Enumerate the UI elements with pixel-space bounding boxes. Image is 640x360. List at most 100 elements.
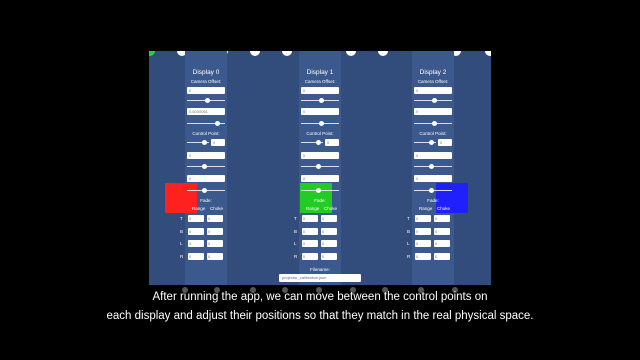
fade-choke-field[interactable]: 0: [434, 253, 450, 260]
offset-x-field[interactable]: 0: [301, 87, 339, 94]
cp-x-field[interactable]: 0: [187, 152, 225, 159]
fade-range-field[interactable]: 0: [188, 240, 204, 247]
cp-x-slider[interactable]: [301, 164, 339, 169]
fade-choke-field[interactable]: 0: [321, 240, 337, 247]
range-label: Range: [419, 206, 433, 211]
slider-knob[interactable]: [202, 164, 207, 169]
choke-label: Choke: [210, 206, 224, 211]
cp-x-slider[interactable]: [414, 164, 452, 169]
control-point-marker[interactable]: [250, 51, 260, 56]
offset-y-slider[interactable]: [187, 121, 225, 126]
fade-choke-field[interactable]: 0: [434, 215, 450, 222]
fade-choke-field[interactable]: 0: [207, 253, 223, 260]
slider-knob[interactable]: [316, 140, 321, 145]
subtitle-line-1: After running the app, we can move betwe…: [152, 291, 488, 303]
control-point-marker[interactable]: [149, 51, 155, 56]
fade-choke-field[interactable]: 0: [207, 215, 223, 222]
fade-choke-field[interactable]: 0: [434, 240, 450, 247]
fade-range-field[interactable]: 0: [188, 215, 204, 222]
offset-x-field[interactable]: 0: [187, 87, 225, 94]
slider-knob[interactable]: [432, 121, 437, 126]
fade-range-field[interactable]: 0: [415, 215, 431, 222]
fade-row-top: T 0 0: [407, 215, 459, 223]
fade-row-bottom: B 0 0: [294, 228, 346, 236]
fade-label: Fade:: [427, 198, 439, 203]
slider-knob[interactable]: [429, 188, 434, 193]
offset-y-field[interactable]: 0.6000061: [187, 108, 225, 115]
offset-x-slider[interactable]: [414, 98, 452, 103]
fade-row-bottom: B 0 0: [180, 228, 232, 236]
fade-range-field[interactable]: 0: [302, 240, 318, 247]
control-point-slider[interactable]: [414, 140, 436, 145]
fade-row-right: R 0 0: [407, 253, 459, 261]
camera-offset-label: Camera Offset:: [190, 79, 222, 84]
camera-offset-label: Camera Offset:: [417, 79, 449, 84]
slider-knob[interactable]: [215, 121, 220, 126]
cp-x-field[interactable]: 0: [414, 152, 452, 159]
fade-choke-field[interactable]: 0: [434, 228, 450, 235]
offset-x-field[interactable]: 0: [414, 87, 452, 94]
fade-choke-field[interactable]: 0: [321, 215, 337, 222]
control-point-marker[interactable]: [378, 51, 388, 56]
slider-knob[interactable]: [429, 140, 434, 145]
offset-x-slider[interactable]: [187, 98, 225, 103]
display-title: Display 2: [419, 69, 447, 76]
control-point-label: Control Point:: [192, 131, 220, 136]
fade-range-field[interactable]: 0: [302, 215, 318, 222]
display-title: Display 1: [306, 69, 334, 76]
slider-knob[interactable]: [202, 140, 207, 145]
subtitle-line-2: each display and adjust their positions …: [106, 310, 534, 322]
control-point-marker[interactable]: [485, 51, 491, 56]
fade-label: Fade:: [200, 198, 212, 203]
fade-range-field[interactable]: 0: [188, 253, 204, 260]
control-point-slider[interactable]: [301, 140, 323, 145]
fade-choke-field[interactable]: 0: [207, 240, 223, 247]
cp-y-slider[interactable]: [187, 188, 225, 193]
fade-range-field[interactable]: 0: [188, 228, 204, 235]
display-title: Display 0: [192, 69, 220, 76]
slider-knob[interactable]: [432, 98, 437, 103]
control-point-label: Control Point:: [306, 131, 334, 136]
fade-choke-field[interactable]: 0: [207, 228, 223, 235]
offset-x-slider[interactable]: [301, 98, 339, 103]
fade-row-right: R 0 0: [294, 253, 346, 261]
slider-knob[interactable]: [316, 164, 321, 169]
fade-range-field[interactable]: 0: [415, 240, 431, 247]
offset-y-field[interactable]: 0: [301, 108, 339, 115]
control-point-field[interactable]: 0: [438, 139, 452, 146]
cp-y-field[interactable]: 0: [301, 175, 339, 182]
fade-row-right: R 0 0: [180, 253, 232, 261]
fade-row-left: L 0 0: [407, 240, 459, 248]
offset-y-slider[interactable]: [414, 121, 452, 126]
control-point-field[interactable]: 0: [325, 139, 339, 146]
filename-label: Filename:: [310, 267, 330, 272]
fade-choke-field[interactable]: 0: [321, 253, 337, 260]
cp-x-field[interactable]: 0: [301, 152, 339, 159]
control-point-marker[interactable]: [282, 51, 292, 56]
slider-knob[interactable]: [429, 164, 434, 169]
slider-knob[interactable]: [316, 188, 321, 193]
range-label: Range: [192, 206, 206, 211]
fade-row-left: L 0 0: [180, 240, 232, 248]
cp-y-slider[interactable]: [414, 188, 452, 193]
control-point-slider[interactable]: [187, 140, 209, 145]
control-point-marker[interactable]: [346, 51, 356, 56]
fade-range-field[interactable]: 0: [302, 228, 318, 235]
slider-knob[interactable]: [319, 121, 324, 126]
cp-x-slider[interactable]: [187, 164, 225, 169]
filename-input[interactable]: projector_calibration.json: [279, 274, 361, 282]
fade-label: Fade:: [314, 198, 326, 203]
fade-choke-field[interactable]: 0: [321, 228, 337, 235]
control-point-field[interactable]: 0: [211, 139, 225, 146]
slider-knob[interactable]: [202, 188, 207, 193]
offset-y-field[interactable]: 0: [414, 108, 452, 115]
offset-y-slider[interactable]: [301, 121, 339, 126]
fade-range-field[interactable]: 0: [415, 253, 431, 260]
cp-y-field[interactable]: 0: [414, 175, 452, 182]
cp-y-slider[interactable]: [301, 188, 339, 193]
cp-y-field[interactable]: 0: [187, 175, 225, 182]
fade-range-field[interactable]: 0: [302, 253, 318, 260]
slider-knob[interactable]: [205, 98, 210, 103]
slider-knob[interactable]: [319, 98, 324, 103]
fade-range-field[interactable]: 0: [415, 228, 431, 235]
